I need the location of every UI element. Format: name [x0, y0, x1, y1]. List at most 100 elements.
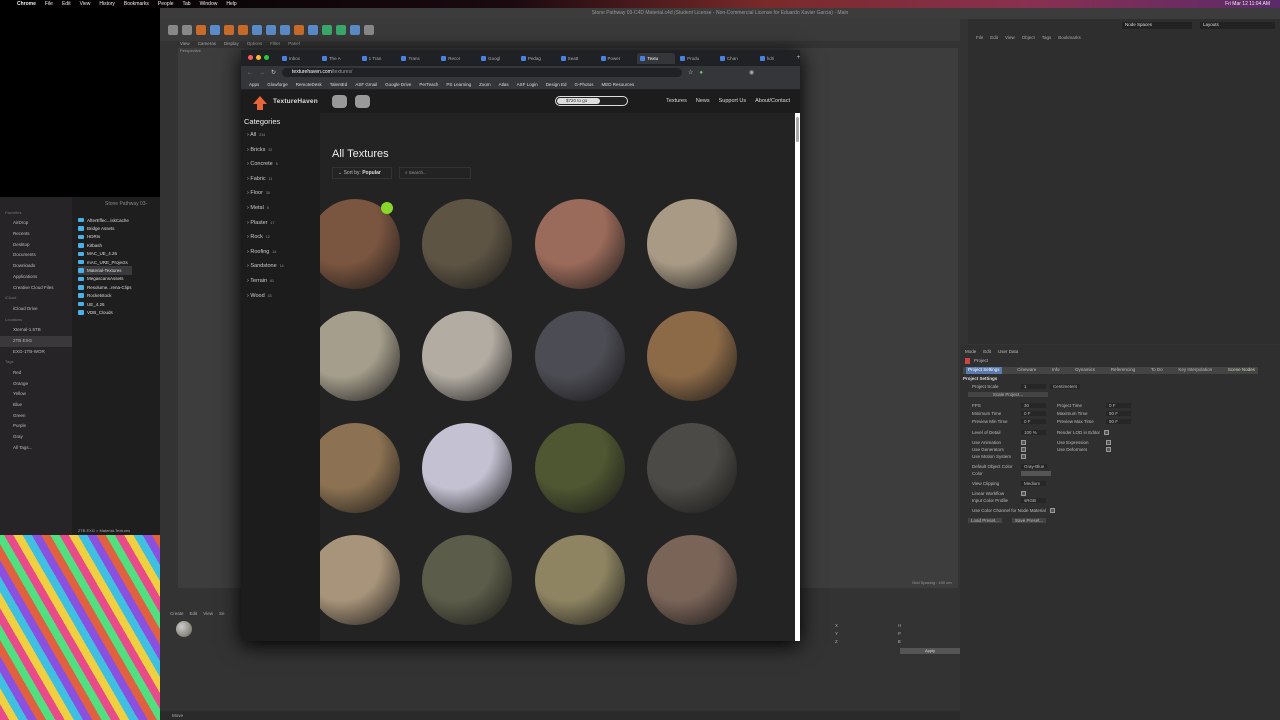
sidebar-item[interactable]: Blue: [0, 400, 72, 411]
view-clipping-select[interactable]: Medium: [1021, 481, 1046, 486]
om-menu-edit[interactable]: Edit: [990, 35, 998, 40]
texture-thumbnail[interactable]: [320, 535, 400, 625]
texture-thumbnail[interactable]: [647, 423, 737, 513]
3dmodelhaven-icon[interactable]: [354, 95, 370, 108]
menu-window[interactable]: Window: [200, 1, 218, 7]
select-tool-icon[interactable]: [196, 25, 206, 35]
om-menu-tags[interactable]: Tags: [1042, 35, 1052, 40]
bookmark-item[interactable]: Apps: [249, 82, 259, 87]
sidebar-item[interactable]: Yellow: [0, 389, 72, 400]
mat-menu-create[interactable]: Create: [170, 611, 184, 616]
menu-file[interactable]: File: [45, 1, 53, 7]
sidebar-item[interactable]: 2TB EXG: [0, 335, 72, 347]
menu-chrome[interactable]: Chrome: [17, 1, 36, 7]
browser-tab[interactable]: Trans: [398, 53, 436, 64]
sort-dropdown[interactable]: ⌄ Sort by: Popular: [332, 167, 392, 179]
browser-tab[interactable]: Produ: [677, 53, 715, 64]
bookmark-item[interactable]: Design Ed: [546, 82, 567, 87]
bookmark-item[interactable]: G-Photos: [574, 82, 593, 87]
category-all[interactable]: › All 214: [241, 132, 320, 147]
category-roofing[interactable]: › Roofing 14: [241, 249, 320, 264]
mat-menu-edit[interactable]: Edit: [190, 611, 198, 616]
sidebar-item[interactable]: Red: [0, 368, 72, 379]
om-menu-view[interactable]: View: [1005, 35, 1015, 40]
input-profile-select[interactable]: sRGB: [1021, 498, 1046, 503]
menu-view[interactable]: View: [80, 1, 91, 7]
texture-thumbnail[interactable]: [320, 311, 400, 401]
maximize-icon[interactable]: [264, 55, 269, 60]
om-menu-file[interactable]: File: [976, 35, 983, 40]
units-select[interactable]: Centimeters: [1050, 384, 1081, 389]
folder-item[interactable]: AfterEffec...iskCache: [78, 216, 132, 224]
patreon-goal-bar[interactable]: $720 to go: [555, 96, 628, 106]
bookmark-item[interactable]: Glowforge: [267, 82, 288, 87]
reload-icon[interactable]: ↻: [271, 69, 276, 76]
browser-tab[interactable]: Recor: [438, 53, 476, 64]
texture-thumbnail[interactable]: [422, 199, 512, 289]
lod-field[interactable]: 100 %: [1021, 430, 1046, 435]
use-color-channel-checkbox[interactable]: [1049, 508, 1055, 513]
scale-project-button[interactable]: Scale Project...: [968, 392, 1048, 397]
render-lod-checkbox[interactable]: [1104, 430, 1110, 435]
nav-support-us[interactable]: Support Us: [719, 98, 747, 104]
preview-min-field[interactable]: 0 F: [1021, 419, 1046, 424]
texture-thumbnail[interactable]: [422, 311, 512, 401]
attr-menu-edit[interactable]: Edit: [983, 349, 991, 354]
max-time-field[interactable]: 90 F: [1106, 411, 1131, 416]
scale-tool-icon[interactable]: [224, 25, 234, 35]
search-input[interactable]: ⌕ Search...: [399, 167, 471, 179]
site-logo[interactable]: TextureHaven: [273, 98, 318, 105]
bookmark-item[interactable]: ASF Gmail: [355, 82, 377, 87]
menu-history[interactable]: History: [99, 1, 115, 7]
category-rock[interactable]: › Rock 12: [241, 234, 320, 249]
category-terrain[interactable]: › Terrain 61: [241, 278, 320, 293]
bookmark-item[interactable]: RemoteDesk: [296, 82, 322, 87]
browser-tab[interactable]: The A: [319, 53, 357, 64]
clock[interactable]: Fri Mar 12 11:04 AM: [1225, 1, 1280, 7]
nav-about-contact[interactable]: About/Contact: [755, 98, 790, 104]
texture-thumbnail[interactable]: [422, 423, 512, 513]
deformer-icon[interactable]: [336, 25, 346, 35]
scrollbar-thumb[interactable]: [796, 117, 799, 142]
linear-workflow-checkbox[interactable]: [1021, 491, 1026, 496]
sidebar-item[interactable]: Green: [0, 411, 72, 422]
texture-thumbnail[interactable]: [422, 535, 512, 625]
menu-help[interactable]: Help: [226, 1, 236, 7]
bookmark-item[interactable]: Google Drive: [385, 82, 411, 87]
folder-item[interactable]: Resolume...rena-Clips: [78, 283, 132, 291]
mat-menu-select[interactable]: Se: [219, 611, 225, 616]
use-deformers-checkbox[interactable]: [1106, 447, 1111, 452]
sidebar-item[interactable]: EXG-1TB-WOR: [0, 347, 72, 358]
texture-thumbnail[interactable]: [535, 423, 625, 513]
sidebar-item[interactable]: Desktop: [0, 240, 72, 251]
texture-thumbnail[interactable]: [535, 535, 625, 625]
generator-icon[interactable]: [322, 25, 332, 35]
sidebar-item[interactable]: Documents: [0, 250, 72, 261]
node-spaces-select[interactable]: Node Spaces: [1122, 22, 1192, 29]
om-menu-bookmarks[interactable]: Bookmarks: [1058, 35, 1081, 40]
new-tab-icon[interactable]: +: [797, 55, 801, 61]
use-motion-checkbox[interactable]: [1021, 454, 1026, 459]
tab-cineware[interactable]: Cineware: [1017, 367, 1036, 374]
category-plaster[interactable]: › Plaster 17: [241, 220, 320, 235]
bookmark-item[interactable]: PerTeach: [419, 82, 438, 87]
sidebar-item[interactable]: Purple: [0, 421, 72, 432]
folder-item[interactable]: UE_4.26: [78, 300, 132, 308]
menu-people[interactable]: People: [158, 1, 174, 7]
viewport-menu-options[interactable]: Options: [247, 41, 263, 46]
folder-item[interactable]: MAC_UE_4.26: [78, 250, 132, 258]
scrollbar[interactable]: [795, 113, 800, 641]
back-icon[interactable]: ←: [247, 70, 253, 76]
category-floor[interactable]: › Floor 30: [241, 190, 320, 205]
sidebar-item[interactable]: All Tags...: [0, 443, 72, 454]
folder-item[interactable]: Material-Textures: [78, 266, 132, 275]
sidebar-item[interactable]: Recents: [0, 229, 72, 240]
z-axis-icon[interactable]: [280, 25, 290, 35]
attr-menu-user-data[interactable]: User Data: [998, 349, 1018, 354]
tab-scene-nodes[interactable]: Scene Nodes: [1228, 367, 1255, 374]
extensions-icon[interactable]: ●: [699, 70, 703, 76]
menu-edit[interactable]: Edit: [62, 1, 71, 7]
y-axis-icon[interactable]: [266, 25, 276, 35]
folder-item[interactable]: Rocketstock: [78, 292, 132, 300]
forward-icon[interactable]: →: [259, 70, 265, 76]
